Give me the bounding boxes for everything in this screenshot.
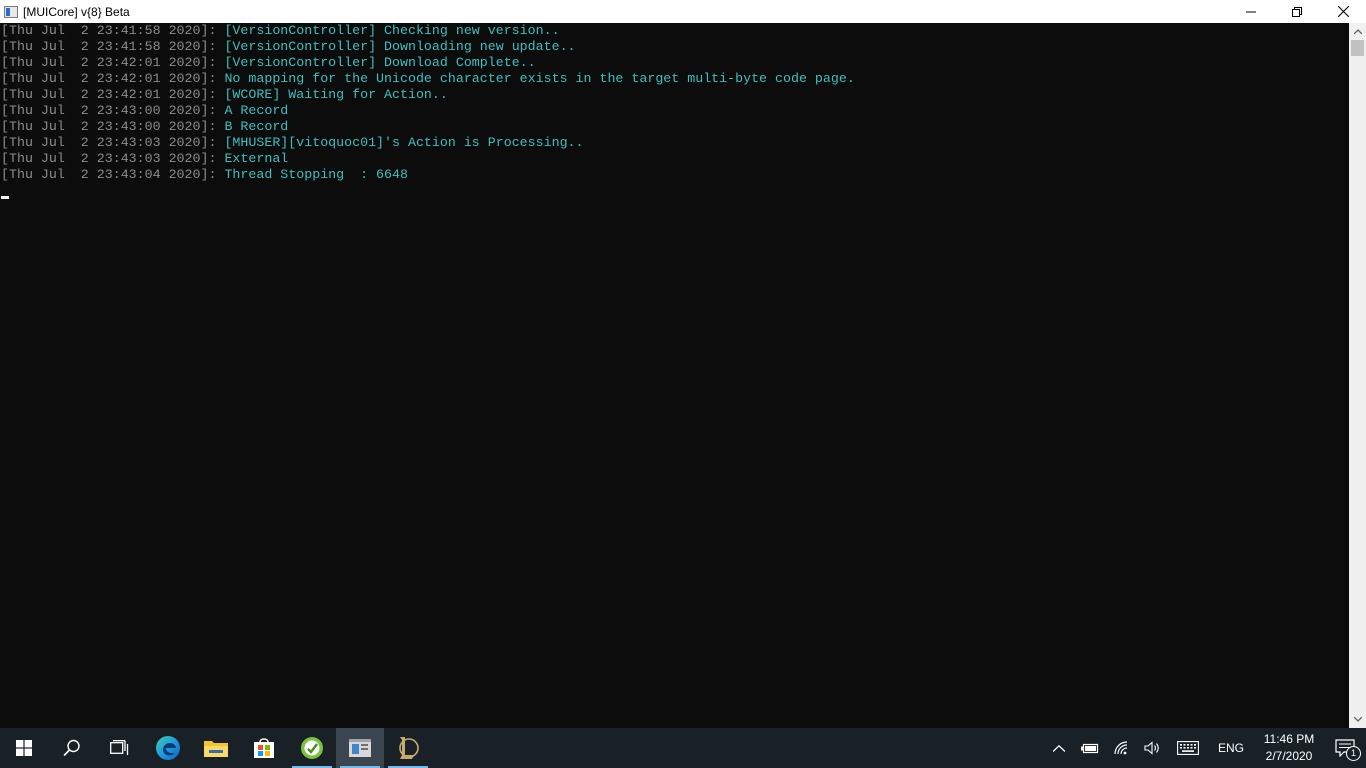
start-button[interactable] [0, 728, 48, 768]
window-controls [1228, 0, 1366, 23]
keyboard-icon [1177, 741, 1199, 755]
console-log-line: [Thu Jul 2 23:41:58 2020]: [VersionContr… [0, 23, 1349, 39]
log-separator: : [208, 23, 225, 38]
console-log-line: [Thu Jul 2 23:43:03 2020]: [MHUSER][vito… [0, 135, 1349, 151]
touch-keyboard-button[interactable] [1168, 728, 1208, 768]
console-log-line: [Thu Jul 2 23:43:03 2020]: External [0, 151, 1349, 167]
log-message: External [224, 151, 289, 166]
log-timestamp: [Thu Jul 2 23:41:58 2020] [1, 23, 209, 38]
start-windows-icon [16, 740, 32, 756]
console-log-line: [Thu Jul 2 23:42:01 2020]: [VersionContr… [0, 55, 1349, 71]
log-message: Thread Stopping : 6648 [224, 167, 408, 182]
wifi-icon [1114, 741, 1128, 755]
restore-button[interactable] [1274, 0, 1320, 23]
log-message: [VersionController] Checking new version… [224, 23, 560, 38]
league-client-icon [399, 737, 419, 759]
log-message: [WCORE] Waiting for Action.. [224, 87, 448, 102]
log-timestamp: [Thu Jul 2 23:43:04 2020] [1, 167, 209, 182]
log-lines: [Thu Jul 2 23:41:58 2020]: [VersionContr… [0, 23, 1349, 183]
chevron-down-icon [1353, 717, 1362, 722]
log-message: B Record [224, 119, 289, 134]
volume-button[interactable] [1138, 728, 1168, 768]
taskbar-store[interactable] [240, 728, 288, 768]
restore-icon [1292, 6, 1302, 17]
taskbar-file-explorer[interactable] [192, 728, 240, 768]
speaker-icon [1144, 741, 1159, 755]
console-log-line: [Thu Jul 2 23:42:01 2020]: [WCORE] Waiti… [0, 87, 1349, 103]
log-message: A Record [224, 103, 289, 118]
log-separator: : [208, 119, 225, 134]
network-button[interactable] [1106, 728, 1138, 768]
minimize-button[interactable] [1228, 0, 1274, 23]
log-timestamp: [Thu Jul 2 23:41:58 2020] [1, 39, 209, 54]
log-separator: : [208, 151, 225, 166]
input-language-indicator[interactable]: ENG [1208, 728, 1254, 768]
search-button[interactable] [48, 728, 96, 768]
clock[interactable]: 11:46 PM 2/7/2020 [1254, 728, 1324, 768]
console-output[interactable]: [Thu Jul 2 23:41:58 2020]: [VersionContr… [0, 23, 1349, 728]
action-center-button[interactable]: 1 [1324, 728, 1366, 768]
battery-button[interactable] [1074, 728, 1106, 768]
log-message: No mapping for the Unicode character exi… [224, 71, 855, 86]
green-app-icon [301, 737, 323, 759]
console-log-line: [Thu Jul 2 23:43:04 2020]: Thread Stoppi… [0, 167, 1349, 183]
scroll-down-button[interactable] [1349, 711, 1366, 728]
notification-count-badge: 1 [1346, 746, 1361, 761]
console-log-line: [Thu Jul 2 23:42:01 2020]: No mapping fo… [0, 71, 1349, 87]
system-tray: ENG 11:46 PM 2/7/2020 1 [1044, 728, 1366, 768]
log-separator: : [208, 167, 225, 182]
console-log-line: [Thu Jul 2 23:41:58 2020]: [VersionContr… [0, 39, 1349, 55]
scroll-thumb[interactable] [1351, 40, 1364, 56]
console-window-icon [349, 739, 371, 757]
text-cursor [1, 196, 9, 199]
log-message: [VersionController] Downloading new upda… [224, 39, 576, 54]
window-title: [MUICore] v{8} Beta [23, 4, 130, 19]
store-icon [254, 738, 274, 758]
minimize-icon [1246, 11, 1256, 12]
console-app-icon[interactable] [4, 5, 18, 18]
log-separator: : [208, 135, 225, 150]
task-view-button[interactable] [96, 728, 144, 768]
taskbar-league-client[interactable] [384, 728, 432, 768]
log-timestamp: [Thu Jul 2 23:43:03 2020] [1, 135, 209, 150]
clock-time: 11:46 PM [1263, 732, 1315, 746]
log-timestamp: [Thu Jul 2 23:42:01 2020] [1, 71, 209, 86]
log-message: [VersionController] Download Complete.. [224, 55, 536, 70]
chevron-up-icon [1052, 744, 1065, 752]
log-separator: : [208, 71, 225, 86]
taskbar-console-window[interactable] [336, 728, 384, 768]
window-title-bar[interactable]: [MUICore] v{8} Beta [0, 0, 1366, 23]
log-timestamp: [Thu Jul 2 23:43:00 2020] [1, 119, 209, 134]
console-log-line: [Thu Jul 2 23:43:00 2020]: B Record [0, 119, 1349, 135]
close-button[interactable] [1320, 0, 1366, 23]
file-explorer-icon [204, 741, 228, 757]
show-hidden-icons-button[interactable] [1044, 728, 1074, 768]
task-view-icon [110, 740, 129, 755]
battery-icon [1080, 743, 1099, 754]
edge-browser-icon [156, 736, 180, 760]
vertical-scrollbar[interactable] [1349, 23, 1366, 728]
console-log-line: [Thu Jul 2 23:43:00 2020]: A Record [0, 103, 1349, 119]
taskbar: ENG 11:46 PM 2/7/2020 1 [0, 728, 1366, 768]
log-message: [MHUSER][vitoquoc01]'s Action is Process… [224, 135, 584, 150]
log-timestamp: [Thu Jul 2 23:43:03 2020] [1, 151, 209, 166]
chevron-up-icon [1353, 29, 1362, 34]
scroll-up-button[interactable] [1349, 23, 1366, 40]
log-separator: : [208, 87, 225, 102]
log-separator: : [208, 103, 225, 118]
log-timestamp: [Thu Jul 2 23:42:01 2020] [1, 87, 209, 102]
clock-date: 2/7/2020 [1265, 749, 1313, 763]
log-timestamp: [Thu Jul 2 23:42:01 2020] [1, 55, 209, 70]
taskbar-edge[interactable] [144, 728, 192, 768]
log-timestamp: [Thu Jul 2 23:43:00 2020] [1, 103, 209, 118]
log-separator: : [208, 39, 225, 54]
close-icon [1337, 6, 1349, 17]
log-separator: : [208, 55, 225, 70]
taskbar-green-app[interactable] [288, 728, 336, 768]
search-icon [63, 739, 80, 757]
